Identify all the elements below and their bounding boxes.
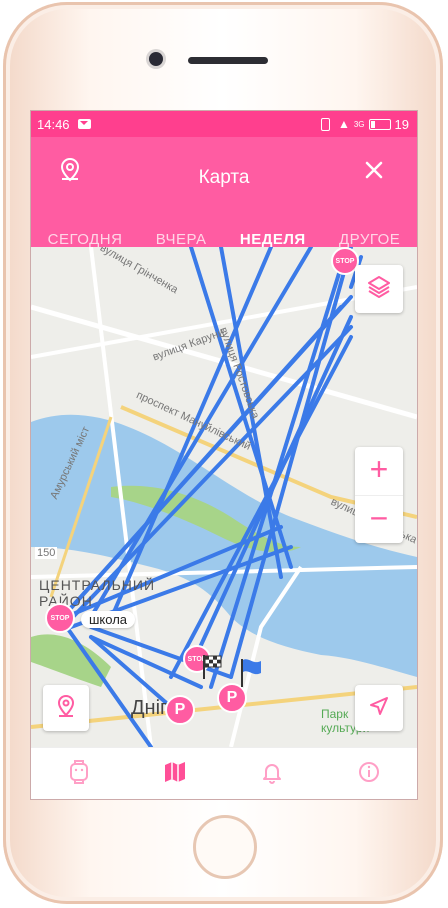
tab-today[interactable]: СЕГОДНЯ <box>48 231 123 248</box>
status-bar: 14:46 ▲ 3G 19 <box>31 111 417 137</box>
message-icon <box>77 119 91 129</box>
navigation-arrow-icon <box>367 694 391 723</box>
zoom-in-button[interactable]: + <box>355 447 403 496</box>
info-icon[interactable] <box>357 760 381 789</box>
close-icon[interactable] <box>361 157 387 183</box>
start-flag-icon[interactable] <box>239 657 263 689</box>
layers-icon <box>366 274 392 305</box>
period-tabs: СЕГОДНЯ ВЧЕРА НЕДЕЛЯ ДРУГОЕ <box>31 231 417 248</box>
zoom-out-button[interactable]: − <box>355 496 403 544</box>
battery-level: 19 <box>394 116 409 132</box>
tab-other[interactable]: ДРУГОЕ <box>339 231 400 248</box>
my-location-button[interactable] <box>43 685 89 731</box>
road-number: 150 <box>35 547 58 559</box>
parking-marker[interactable]: P <box>165 695 195 725</box>
stop-marker[interactable]: STOP <box>45 603 75 633</box>
phone-camera <box>149 52 163 66</box>
tab-yesterday[interactable]: ВЧЕРА <box>156 231 207 248</box>
network-label: 3G <box>353 119 365 129</box>
tab-week[interactable]: НЕДЕЛЯ <box>240 231 306 248</box>
navigate-button[interactable] <box>355 685 403 731</box>
map-view[interactable]: вулиця Грінченка вулиця Каруни вулиця Ро… <box>31 247 417 747</box>
wifi-icon: ▲ <box>337 117 350 131</box>
bell-icon[interactable] <box>260 760 284 789</box>
zoom-control: + − <box>355 447 403 543</box>
home-button[interactable] <box>193 815 257 879</box>
battery-icon <box>368 118 391 130</box>
page-title: Карта <box>198 167 250 188</box>
place-label-school[interactable]: школа <box>81 611 136 628</box>
bottom-nav <box>31 747 417 799</box>
location-pin-icon <box>53 693 79 724</box>
status-time: 14:46 <box>37 116 70 132</box>
phone-speaker <box>188 57 268 64</box>
vibrate-icon <box>320 117 330 131</box>
layers-button[interactable] <box>355 265 403 313</box>
finish-flag-icon[interactable] <box>201 653 225 681</box>
map-icon[interactable] <box>163 760 187 789</box>
app-header: Карта СЕГОДНЯ ВЧЕРА НЕДЕЛЯ ДРУГОЕ <box>31 137 417 248</box>
phone-screen: 14:46 ▲ 3G 19 Карта СЕГОДНЯ ВЧЕРА НЕДЕЛЯ… <box>30 110 418 800</box>
watch-icon[interactable] <box>68 759 90 790</box>
